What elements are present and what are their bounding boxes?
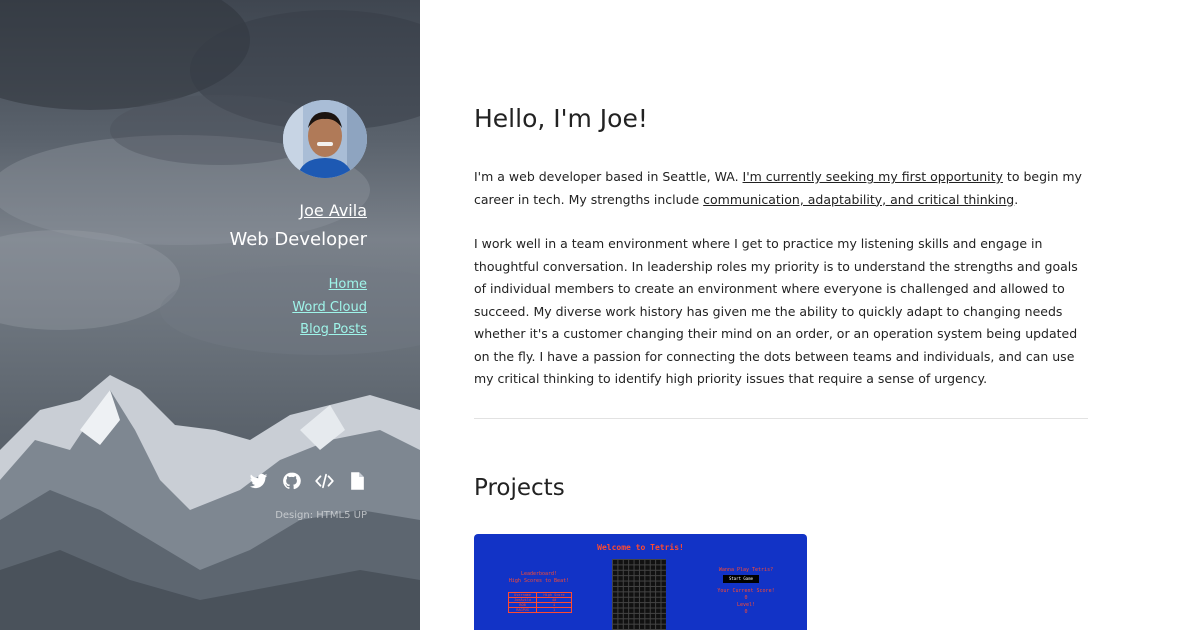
avatar: [283, 100, 367, 178]
projects-heading: Projects: [474, 475, 565, 501]
nav-item-home: Home: [292, 277, 367, 300]
nav-link-word-cloud[interactable]: Word Cloud: [292, 300, 367, 315]
nav-link-home[interactable]: Home: [329, 277, 367, 292]
leaderboard-heading: Leaderboard!: [520, 571, 558, 577]
leaderboard-subtitle: High Scores to Beat!: [508, 578, 570, 584]
tetris-title: Welcome to Tetris!: [597, 543, 684, 552]
bio-paragraph: I work well in a team environment where …: [474, 236, 1078, 386]
design-credit: Design: HTML5 UP: [275, 510, 367, 521]
intro-text-3: .: [1014, 191, 1019, 207]
start-game-button: Start Game: [723, 575, 759, 583]
seeking-opportunity-link[interactable]: I'm currently seeking my first opportuni…: [743, 169, 1003, 184]
profile-photo: [283, 100, 367, 178]
leaderboard-table: Username High Score JoeAvila 40 BOB 4 RA…: [507, 592, 572, 613]
nav-link-blog-posts[interactable]: Blog Posts: [300, 322, 367, 337]
leaderboard-row: RAGPUG 1: [507, 607, 572, 613]
level-label: Level!: [736, 602, 756, 608]
intro-paragraph: I'm a web developer based in Seattle, WA…: [474, 166, 1088, 211]
twitter-icon[interactable]: [249, 471, 268, 491]
nav-item-word-cloud: Word Cloud: [292, 300, 367, 323]
score-label: Your Current Score!: [717, 588, 775, 594]
strengths-link[interactable]: communication, adaptability, and critica…: [703, 192, 1014, 207]
tetris-project-thumbnail[interactable]: Welcome to Tetris! Leaderboard! High Sco…: [474, 534, 807, 630]
intro-text-1: I'm a web developer based in Seattle, WA…: [474, 169, 743, 184]
leaderboard-title: Leaderboard! High Scores to Beat!: [504, 571, 574, 585]
page-title: Hello, I'm Joe!: [474, 104, 648, 133]
wanna-play-label: Wanna Play Tetris?: [718, 567, 774, 573]
sidebar: Joe Avila Web Developer Home Word Cloud …: [0, 0, 420, 630]
mountain-background: [0, 375, 420, 630]
nav-item-blog-posts: Blog Posts: [292, 322, 367, 345]
profile-name-link[interactable]: Joe Avila: [299, 201, 367, 220]
social-links: [249, 471, 367, 491]
leaderboard-cell: RAGPUG: [507, 607, 538, 613]
document-icon[interactable]: [348, 471, 367, 491]
tetris-board: [612, 559, 666, 630]
score-value: 0: [744, 595, 748, 601]
code-icon[interactable]: [315, 471, 334, 491]
section-divider: [474, 418, 1088, 419]
sidebar-nav: Home Word Cloud Blog Posts: [292, 277, 367, 345]
github-icon[interactable]: [282, 471, 301, 491]
level-value: 0: [744, 609, 748, 615]
leaderboard-cell: 1: [536, 607, 572, 613]
profile-role: Web Developer: [229, 229, 367, 250]
